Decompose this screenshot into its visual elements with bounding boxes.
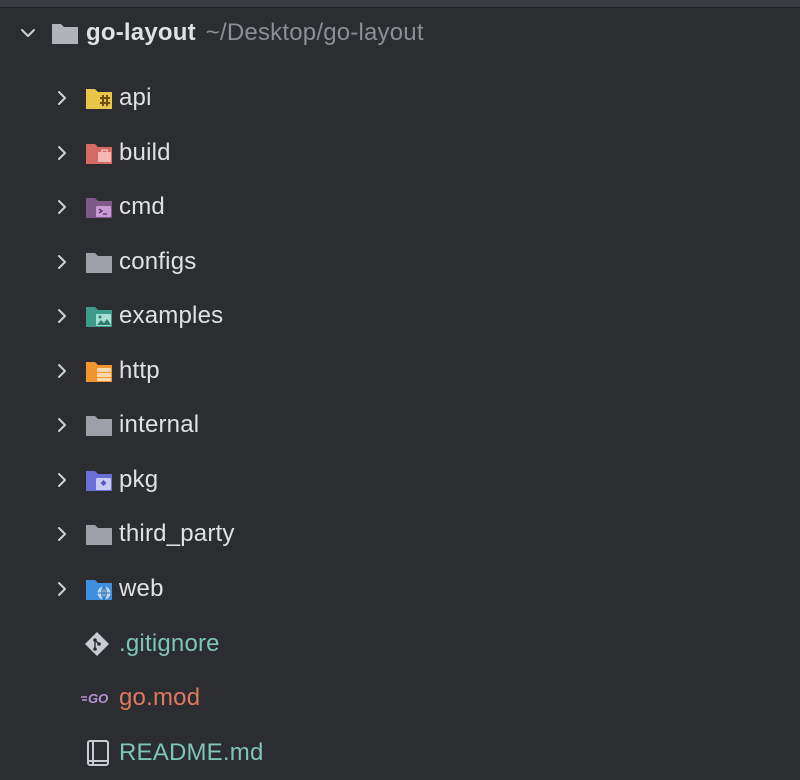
markdown-book-icon xyxy=(84,740,114,766)
project-path: ~/Desktop/go-layout xyxy=(205,19,424,46)
tree-row-file-go-mod[interactable]: GO go.mod xyxy=(0,671,800,725)
folder-icon xyxy=(50,20,80,46)
folder-label: examples xyxy=(119,302,224,329)
go-icon: GO xyxy=(80,685,116,711)
chevron-right-icon[interactable] xyxy=(54,581,70,597)
folder-label: build xyxy=(119,139,171,166)
folder-label: http xyxy=(119,357,160,384)
git-icon xyxy=(84,631,114,657)
svg-text:GO: GO xyxy=(88,691,108,706)
folder-label: api xyxy=(119,84,152,111)
folder-label: configs xyxy=(119,248,197,275)
tree-row-folder-examples[interactable]: examples xyxy=(0,289,800,343)
folder-icon xyxy=(84,412,114,438)
chevron-right-icon[interactable] xyxy=(54,254,70,270)
chevron-down-icon[interactable] xyxy=(20,25,36,41)
web-folder-icon xyxy=(84,576,114,602)
chevron-right-icon[interactable] xyxy=(54,308,70,324)
http-folder-icon xyxy=(84,358,114,384)
chevron-right-icon[interactable] xyxy=(54,417,70,433)
chevron-right-icon[interactable] xyxy=(54,199,70,215)
project-root-label: go-layout ~/Desktop/go-layout xyxy=(86,19,424,47)
tree-row-file-readme[interactable]: README.md xyxy=(0,726,800,780)
tree-row-folder-http[interactable]: http xyxy=(0,344,800,398)
pkg-folder-icon xyxy=(84,467,114,493)
tree-row-folder-cmd[interactable]: cmd xyxy=(0,180,800,234)
tree-row-file-gitignore[interactable]: .gitignore xyxy=(0,617,800,671)
tree-row-folder-third-party[interactable]: third_party xyxy=(0,507,800,561)
tree-row-folder-web[interactable]: web xyxy=(0,562,800,616)
tree-row-project-root[interactable]: go-layout ~/Desktop/go-layout xyxy=(0,6,800,60)
folder-label: pkg xyxy=(119,466,159,493)
folder-icon xyxy=(84,249,114,275)
folder-label: internal xyxy=(119,411,200,438)
project-name: go-layout xyxy=(86,19,196,46)
api-folder-icon xyxy=(84,85,114,111)
file-label: README.md xyxy=(119,739,264,766)
examples-folder-icon xyxy=(84,303,114,329)
folder-label: web xyxy=(119,575,164,602)
chevron-right-icon[interactable] xyxy=(54,526,70,542)
file-label: .gitignore xyxy=(119,630,220,657)
folder-label: cmd xyxy=(119,193,165,220)
folder-icon xyxy=(84,521,114,547)
cmd-folder-icon xyxy=(84,194,114,220)
tree-row-folder-pkg[interactable]: pkg xyxy=(0,453,800,507)
file-label: go.mod xyxy=(119,684,201,711)
chevron-right-icon[interactable] xyxy=(54,145,70,161)
chevron-right-icon[interactable] xyxy=(54,472,70,488)
chevron-right-icon[interactable] xyxy=(54,90,70,106)
build-folder-icon xyxy=(84,140,114,166)
tree-row-folder-api[interactable]: api xyxy=(0,71,800,125)
tree-row-folder-build[interactable]: build xyxy=(0,126,800,180)
tree-row-folder-configs[interactable]: configs xyxy=(0,235,800,289)
tree-row-folder-internal[interactable]: internal xyxy=(0,398,800,452)
folder-label: third_party xyxy=(119,520,235,547)
chevron-right-icon[interactable] xyxy=(54,363,70,379)
